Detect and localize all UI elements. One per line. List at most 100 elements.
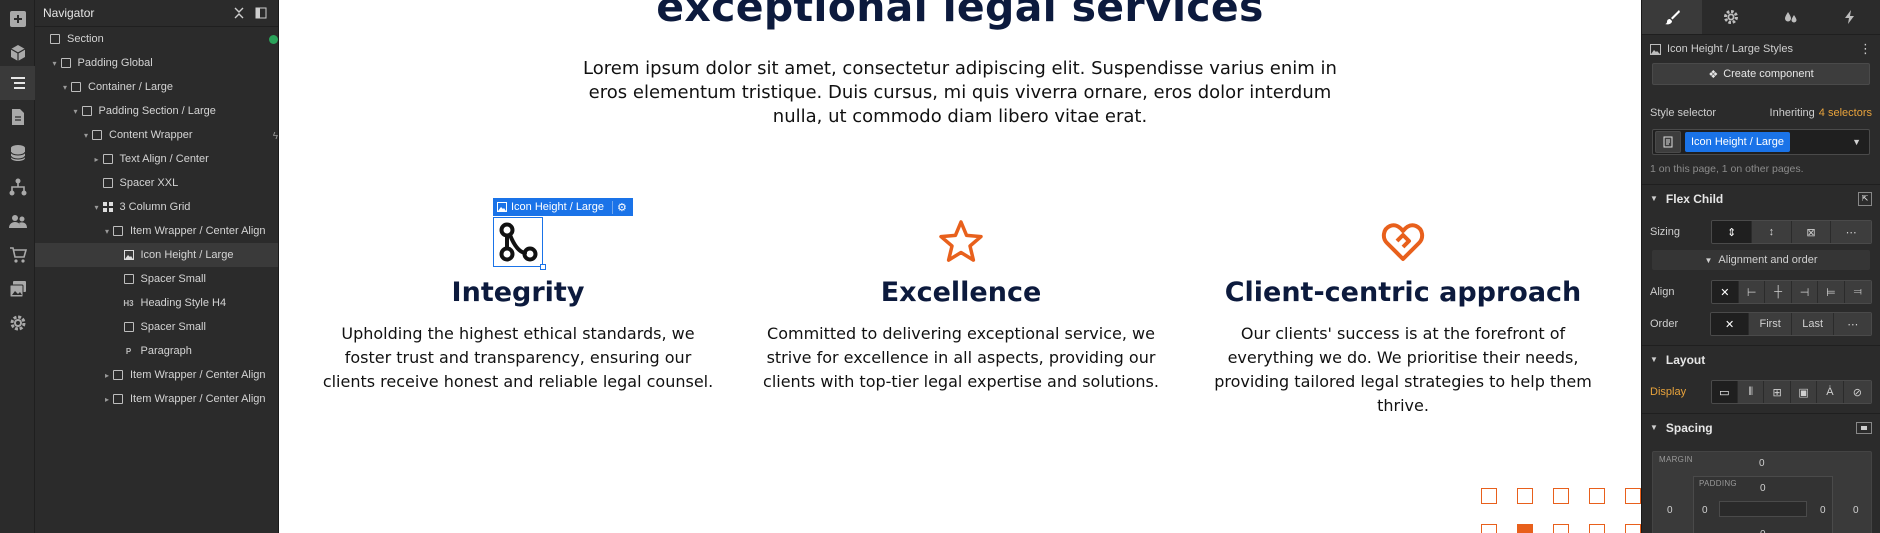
expand-caret-icon[interactable]: ▾ <box>92 203 102 212</box>
margin-left-value[interactable]: 0 <box>1667 505 1673 516</box>
element-settings-icon[interactable]: ⚙ <box>611 200 627 214</box>
selection-badge[interactable]: Icon Height / Large ⚙ <box>493 198 633 216</box>
tab-style-manager[interactable] <box>1761 0 1821 34</box>
padding-top-value[interactable]: 0 <box>1760 483 1766 494</box>
expand-caret-icon[interactable]: ▾ <box>71 107 81 116</box>
selector-chip[interactable]: Icon Height / Large <box>1685 132 1790 152</box>
nav-node[interactable]: ▾ Padding Global <box>35 51 278 75</box>
display-flex-button[interactable]: ⫴ <box>1738 381 1765 403</box>
order-more-button[interactable]: ⋯ <box>1834 313 1871 335</box>
components-button[interactable] <box>0 36 35 70</box>
nav-node[interactable]: ▸ Text Align / Center <box>35 147 278 171</box>
cms-button[interactable] <box>0 136 35 170</box>
display-inline-button[interactable]: Ȧ <box>1817 381 1844 403</box>
align-start-button[interactable]: ⊢ <box>1739 281 1766 303</box>
margin-right-value[interactable]: 0 <box>1853 505 1859 516</box>
expand-caret-icon[interactable]: ▾ <box>50 59 60 68</box>
nav-node[interactable]: P Paragraph <box>35 339 278 363</box>
nav-node[interactable]: Spacer XXL <box>35 171 278 195</box>
navigator-button[interactable] <box>0 66 35 100</box>
selector-doc-button[interactable] <box>1655 131 1681 153</box>
alignment-toggle[interactable]: ▼ Alignment and order <box>1652 250 1870 270</box>
align-none-button[interactable]: ✕ <box>1711 281 1739 303</box>
sizing-grow-button[interactable]: ↕ <box>1752 221 1792 243</box>
sizing-none-button[interactable]: ⊠ <box>1791 221 1832 243</box>
resize-handle[interactable] <box>540 264 546 270</box>
padding-bottom-value[interactable]: 0 <box>1760 529 1766 533</box>
item-wrapper-client-centric[interactable]: Client-centric approach Our clients' suc… <box>1203 218 1603 418</box>
expand-caret-icon[interactable]: ▾ <box>102 227 112 236</box>
collapse-all-button[interactable] <box>228 2 250 24</box>
tab-settings[interactable] <box>1702 0 1762 34</box>
padding-right-value[interactable]: 0 <box>1820 505 1826 516</box>
logic-button[interactable] <box>0 170 35 204</box>
expand-caret-icon[interactable]: ▸ <box>102 371 112 380</box>
align-label: Align <box>1650 286 1675 298</box>
display-none-button[interactable]: ⊘ <box>1843 381 1871 403</box>
nav-node-label: Paragraph <box>140 345 192 357</box>
layout-section[interactable]: ▼ Layout <box>1642 345 1880 373</box>
ecommerce-button[interactable] <box>0 238 35 272</box>
icon-height-large-3[interactable] <box>1379 218 1427 266</box>
chevron-down-icon[interactable]: ▼ <box>1852 137 1861 147</box>
display-grid-button[interactable]: ⊞ <box>1764 381 1791 403</box>
flex-child-section[interactable]: ▼ Flex Child ⇱ <box>1642 184 1880 212</box>
star-icon <box>939 220 983 262</box>
order-last-button[interactable]: Last <box>1791 313 1835 335</box>
nav-node-label: Icon Height / Large <box>140 249 234 261</box>
icon-height-large-2[interactable] <box>937 218 985 266</box>
item-wrapper-excellence[interactable]: Excellence Committed to delivering excep… <box>761 218 1161 394</box>
sizing-shrink-button[interactable]: ⇕ <box>1712 221 1753 243</box>
nav-node[interactable]: Spacer Small <box>35 315 278 339</box>
expand-caret-icon[interactable]: ▸ <box>102 395 112 404</box>
order-none-button[interactable]: ✕ <box>1710 313 1750 335</box>
nav-node[interactable]: H3 Heading Style H4 <box>35 291 278 315</box>
align-center-button[interactable]: ┼ <box>1765 281 1792 303</box>
icon-height-large[interactable]: Icon Height / Large ⚙ <box>493 198 633 270</box>
nav-node[interactable]: Section <box>35 27 278 51</box>
more-options-icon[interactable]: ⋮ <box>1859 41 1872 57</box>
inheriting-count-link[interactable]: 4 selectors <box>1819 107 1872 119</box>
pages-button[interactable] <box>0 100 35 134</box>
margin-top-value[interactable]: 0 <box>1759 458 1765 469</box>
users-button[interactable] <box>0 204 35 238</box>
padding-left-value[interactable]: 0 <box>1702 505 1708 516</box>
expand-caret-icon[interactable]: ▾ <box>81 131 91 140</box>
spacing-section[interactable]: ▼ Spacing <box>1642 413 1880 441</box>
create-component-button[interactable]: ❖ Create component <box>1652 63 1870 85</box>
tab-interactions[interactable] <box>1821 0 1880 34</box>
selector-field[interactable]: Icon Height / Large ▼ <box>1652 129 1870 155</box>
nav-node[interactable]: ▸ Item Wrapper / Center Align <box>35 363 278 387</box>
expand-caret-icon[interactable]: ▸ <box>92 155 102 164</box>
design-canvas[interactable]: exceptional legal services Lorem ipsum d… <box>279 0 1641 533</box>
nav-node[interactable]: ▾ Content Wrapper <box>35 123 278 147</box>
nav-node[interactable]: ▾ Item Wrapper / Center Align <box>35 219 278 243</box>
caret-down-icon: ▼ <box>1650 194 1658 203</box>
nav-node[interactable]: ▾ Padding Section / Large <box>35 99 278 123</box>
sizing-more-button[interactable]: ⋯ <box>1831 221 1871 243</box>
gear-icon <box>1724 10 1739 24</box>
order-first-button[interactable]: First <box>1749 313 1792 335</box>
spacing-preset-icon[interactable] <box>1856 421 1872 434</box>
sidebar-dock-icon <box>255 7 267 19</box>
nav-node[interactable]: Icon Height / Large <box>35 243 278 267</box>
dock-panel-button[interactable] <box>250 2 272 24</box>
nav-node[interactable]: Spacer Small <box>35 267 278 291</box>
align-stretch-button[interactable]: ⊨ <box>1818 281 1845 303</box>
align-end-button[interactable]: ⊣ <box>1791 281 1819 303</box>
settings-button[interactable] <box>0 306 35 340</box>
display-inline-block-button[interactable]: ▣ <box>1790 381 1818 403</box>
caret-down-icon: ▼ <box>1704 255 1713 265</box>
tab-style[interactable] <box>1642 0 1702 34</box>
selection-badge-label: Icon Height / Large <box>511 201 604 213</box>
nav-node[interactable]: ▾ 3 Column Grid <box>35 195 278 219</box>
display-block-button[interactable]: ▭ <box>1711 381 1739 403</box>
expand-caret-icon[interactable]: ▾ <box>60 83 70 92</box>
nav-node[interactable]: ▾ Container / Large <box>35 75 278 99</box>
assets-button[interactable] <box>0 272 35 306</box>
add-panel-button[interactable] <box>0 2 35 36</box>
expand-corner-icon[interactable]: ⇱ <box>1858 191 1872 206</box>
item-wrapper-integrity[interactable]: Icon Height / Large ⚙ Integrity Upholdin… <box>318 198 718 394</box>
nav-node[interactable]: ▸ Item Wrapper / Center Align <box>35 387 278 411</box>
align-baseline-button[interactable]: ⫤ <box>1844 281 1871 303</box>
